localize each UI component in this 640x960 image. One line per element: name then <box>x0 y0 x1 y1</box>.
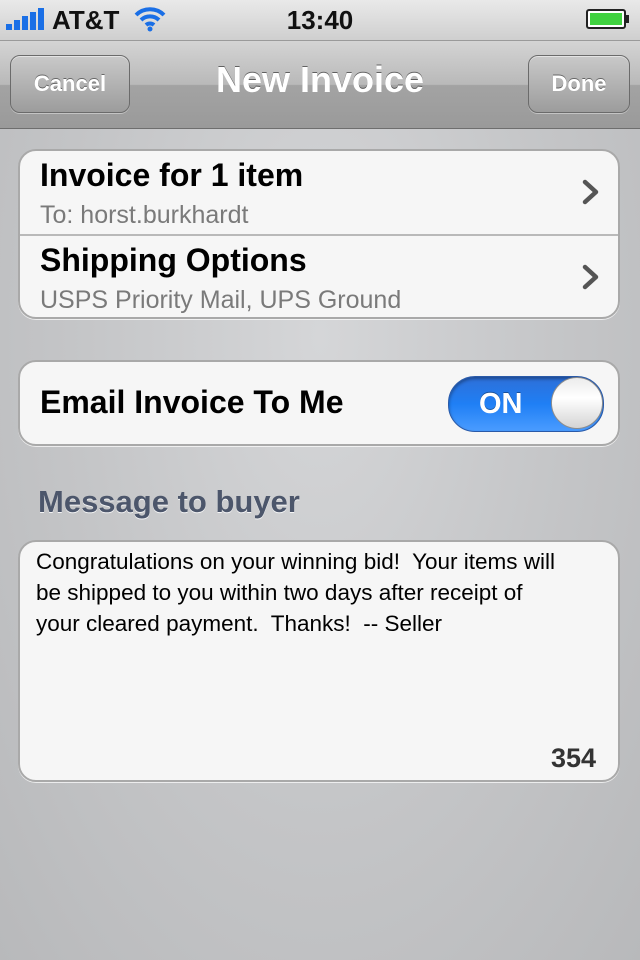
invoice-items-cell[interactable]: Invoice for 1 item To: horst.burkhardt <box>20 151 618 234</box>
toggle-knob[interactable] <box>551 377 603 429</box>
done-button[interactable]: Done <box>528 55 630 113</box>
email-invoice-toggle[interactable]: ON <box>448 376 604 432</box>
shipping-options-cell[interactable]: Shipping Options USPS Priority Mail, UPS… <box>20 234 618 319</box>
chevron-right-icon <box>582 264 599 290</box>
email-invoice-cell: Email Invoice To Me ON <box>18 360 620 446</box>
status-time: 13:40 <box>286 5 354 35</box>
message-textarea[interactable]: Congratulations on your winning bid! You… <box>18 540 620 782</box>
shipping-options-title: Shipping Options <box>40 242 307 278</box>
shipping-options-value: USPS Priority Mail, UPS Ground <box>40 286 402 314</box>
chevron-right-icon <box>582 179 599 205</box>
message-text[interactable]: Congratulations on your winning bid! You… <box>36 546 606 639</box>
battery-icon <box>586 9 629 29</box>
email-invoice-label: Email Invoice To Me <box>40 384 344 420</box>
status-bar: AT&T 13:40 <box>0 0 640 41</box>
navigation-bar: Cancel New Invoice Done <box>0 41 640 129</box>
invoice-settings-group: Invoice for 1 item To: horst.burkhardt S… <box>18 149 620 319</box>
invoice-recipient: To: horst.burkhardt <box>40 201 249 229</box>
message-section-header: Message to buyer <box>38 484 300 519</box>
invoice-items-title: Invoice for 1 item <box>40 157 304 193</box>
toggle-state-label: ON <box>479 388 523 420</box>
character-counter: 354 <box>550 743 596 773</box>
